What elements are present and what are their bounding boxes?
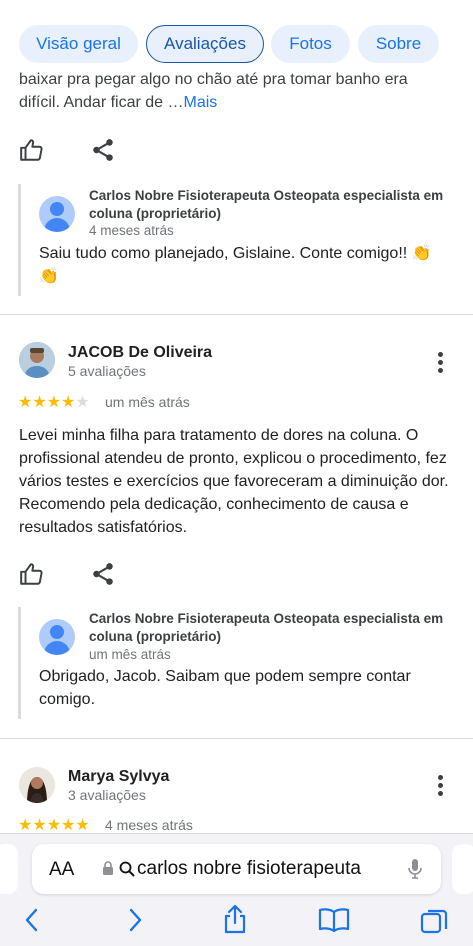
owner-name-line: Carlos Nobre Fisioterapeuta Osteopata es…	[89, 611, 444, 626]
reply-time: 4 meses atrás	[89, 223, 174, 238]
owner-avatar	[39, 196, 75, 232]
review-text-line: vários testes e exercícios que favorecer…	[19, 473, 449, 490]
tab-bar: Visão geral Avaliações Fotos Sobre	[0, 0, 473, 72]
owner-avatar	[39, 619, 75, 655]
person-photo-icon	[19, 342, 55, 378]
share-icon[interactable]	[90, 137, 116, 163]
owner-name-line: Carlos Nobre Fisioterapeuta Osteopata es…	[89, 188, 444, 203]
star-icon: ★	[61, 817, 76, 834]
more-options-icon[interactable]	[438, 775, 444, 797]
star-icon: ★	[61, 394, 76, 411]
owner-reply: Carlos Nobre Fisioterapeuta Osteopata es…	[18, 184, 458, 296]
divider	[0, 738, 473, 739]
reply-text-line: comigo.	[39, 691, 96, 708]
next-tab-pill[interactable]	[452, 844, 473, 894]
review-text-line: profissional atendeu de pronto, explicou…	[19, 450, 447, 467]
star-icon: ★	[18, 394, 33, 411]
reader-settings-button[interactable]: AA	[49, 859, 74, 881]
review-text: baixar pra pegar algo no chão até pra to…	[19, 68, 408, 114]
reviewer-avatar[interactable]	[19, 342, 55, 378]
star-icon: ★	[75, 394, 90, 411]
star-icon: ★	[46, 394, 62, 411]
star-icon: ★	[18, 817, 33, 834]
review-text-line: resultados satisfatórios.	[19, 519, 188, 536]
tab-photos[interactable]: Fotos	[271, 25, 350, 63]
reply-text-line: Obrigado, Jacob. Saibam que podem sempre…	[39, 668, 411, 685]
star-icon: ★	[32, 394, 47, 411]
review-text-line: Levei minha filha para tratamento de dor…	[19, 427, 419, 444]
back-icon[interactable]	[22, 907, 42, 933]
review-text-line: Recomendo pela dedicação, conhecimento d…	[19, 496, 409, 513]
reply-text: Saiu tudo como planejado, Gislaine. Cont…	[39, 242, 432, 288]
owner-name: Carlos Nobre Fisioterapeuta Osteopata es…	[89, 610, 443, 646]
review-text: Levei minha filha para tratamento de dor…	[19, 424, 449, 539]
reviewer-name[interactable]: Marya Sylvya	[68, 768, 169, 786]
star-rating: ★★★★★	[18, 815, 90, 835]
tab-overview[interactable]: Visão geral	[19, 25, 138, 63]
share-sheet-icon[interactable]	[222, 904, 248, 934]
star-rating: ★★★★★	[18, 392, 90, 412]
star-icon: ★	[75, 817, 90, 834]
person-photo-icon	[19, 767, 55, 803]
more-options-icon[interactable]	[438, 352, 444, 374]
owner-name: Carlos Nobre Fisioterapeuta Osteopata es…	[89, 187, 443, 223]
search-icon	[119, 861, 135, 877]
browser-toolbar: AA carlos nobre fisioterapeuta	[0, 833, 473, 946]
reviewer-review-count: 3 avaliações	[68, 787, 146, 803]
bookmarks-icon[interactable]	[318, 907, 350, 933]
thumbs-up-icon[interactable]	[19, 137, 45, 163]
microphone-icon[interactable]	[408, 858, 422, 880]
owner-name-line: coluna (proprietário)	[89, 206, 222, 221]
owner-reply: Carlos Nobre Fisioterapeuta Osteopata es…	[18, 607, 458, 719]
star-icon: ★	[46, 817, 62, 834]
review-time: 4 meses atrás	[105, 817, 193, 833]
reply-text: Obrigado, Jacob. Saibam que podem sempre…	[39, 665, 411, 711]
reviewer-name[interactable]: JACOB De Oliveira	[68, 344, 212, 362]
previous-tab-pill[interactable]	[0, 844, 18, 894]
share-icon[interactable]	[90, 561, 116, 587]
reader-settings-label: AA	[49, 859, 75, 880]
owner-name-line: coluna (proprietário)	[89, 629, 222, 644]
address-bar[interactable]: AA carlos nobre fisioterapeuta	[32, 844, 441, 894]
review-text-line: difícil. Andar ficar de …	[19, 94, 184, 111]
star-icon: ★	[32, 817, 47, 834]
thumbs-up-icon[interactable]	[19, 561, 45, 587]
reviewer-avatar[interactable]	[19, 767, 55, 803]
review-time: um mês atrás	[105, 394, 190, 410]
reply-text-line: Saiu tudo como planejado, Gislaine. Cont…	[39, 245, 432, 262]
reviewer-review-count: 5 avaliações	[68, 363, 146, 379]
tabs-icon[interactable]	[420, 907, 448, 935]
reply-time: um mês atrás	[89, 647, 171, 662]
url-text[interactable]: carlos nobre fisioterapeuta	[137, 858, 361, 880]
more-link[interactable]: Mais	[184, 94, 218, 111]
tab-reviews[interactable]: Avaliações	[146, 25, 264, 63]
forward-icon[interactable]	[125, 907, 145, 933]
divider	[0, 314, 473, 315]
lock-icon	[103, 861, 113, 875]
reply-text-line: 👏	[39, 268, 59, 285]
tab-about[interactable]: Sobre	[358, 25, 439, 63]
